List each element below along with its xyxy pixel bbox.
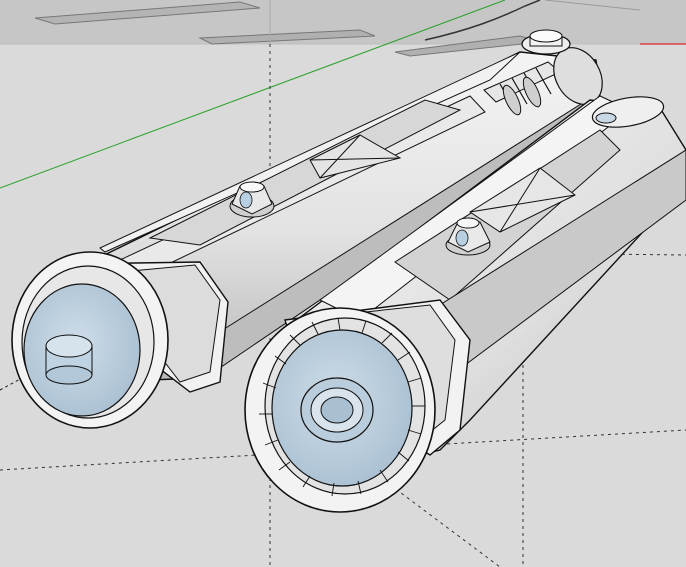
modeling-viewport[interactable] <box>0 0 686 567</box>
left-hilt-emitter[interactable] <box>11 251 169 429</box>
scene-canvas[interactable] <box>0 0 686 567</box>
right-hilt-back-port <box>595 112 617 124</box>
right-emitter-core <box>300 377 374 443</box>
right-hilt-emitter[interactable] <box>244 307 436 513</box>
left-emitter-pin <box>45 334 93 385</box>
